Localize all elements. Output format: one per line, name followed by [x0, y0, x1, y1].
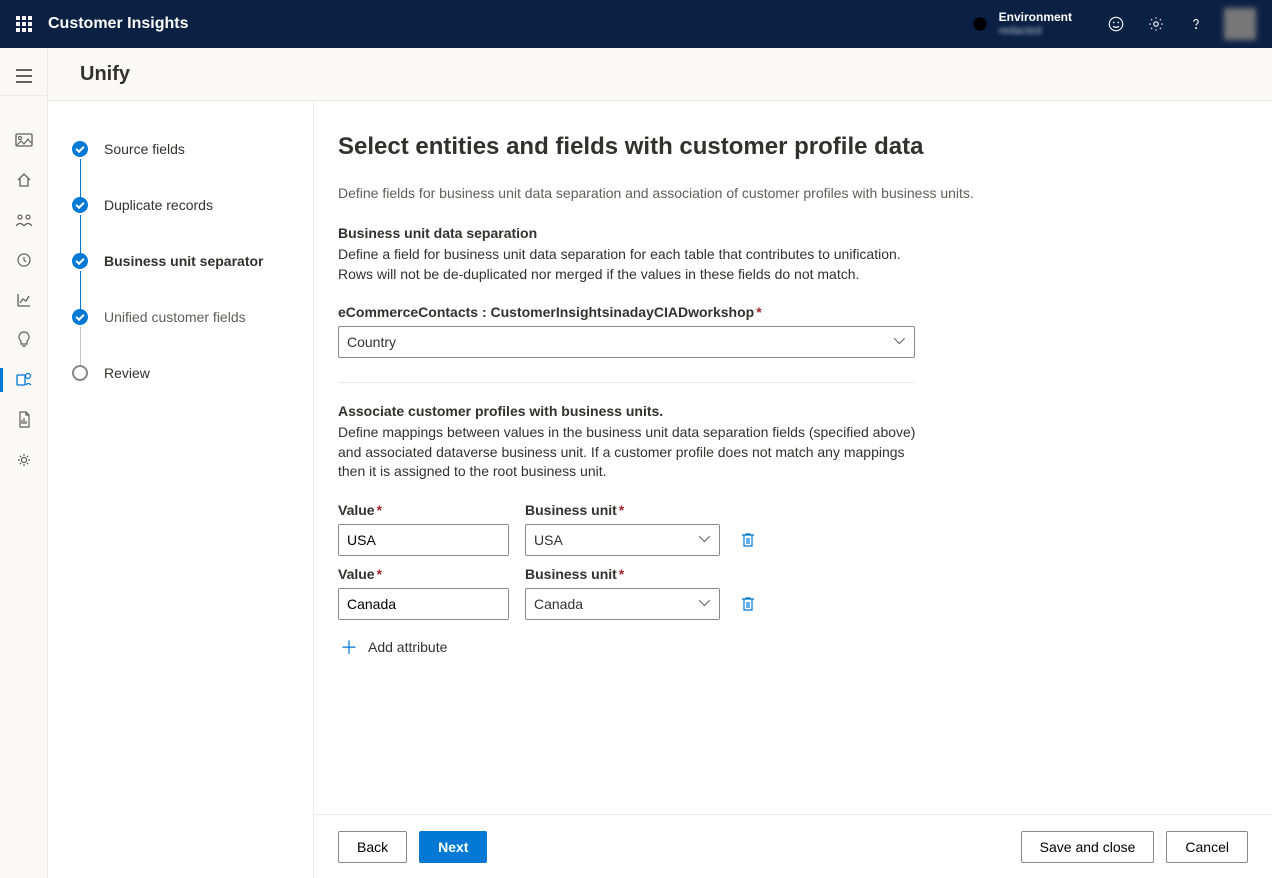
back-button[interactable]: Back	[338, 831, 407, 863]
entity-field-select[interactable]: Country	[338, 326, 915, 358]
step-label: Duplicate records	[104, 197, 213, 213]
value-input-2[interactable]	[338, 588, 509, 620]
section2-title: Associate customer profiles with busines…	[338, 403, 1232, 419]
select-value: USA	[534, 532, 563, 548]
circle-icon	[72, 365, 88, 381]
trash-icon	[741, 532, 755, 548]
step-review[interactable]: Review	[72, 365, 289, 381]
section1-title: Business unit data separation	[338, 225, 1232, 241]
nav-item-4[interactable]	[0, 240, 48, 280]
mapping-row: Value* Business unit* Canada	[338, 566, 1232, 620]
bu-select-2[interactable]: Canada	[525, 588, 720, 620]
user-avatar[interactable]	[1224, 8, 1256, 40]
step-label: Unified customer fields	[104, 309, 246, 325]
next-button[interactable]: Next	[419, 831, 487, 863]
nav-measures-icon[interactable]	[0, 280, 48, 320]
globe-icon	[971, 15, 989, 33]
footer-bar: Back Next Save and close Cancel	[314, 814, 1272, 878]
check-icon	[72, 197, 88, 213]
environment-label: Environment	[999, 10, 1072, 24]
chevron-down-icon	[894, 336, 906, 348]
step-label: Review	[104, 365, 150, 381]
trash-icon	[741, 596, 755, 612]
nav-customers-icon[interactable]	[0, 200, 48, 240]
nav-toggle[interactable]	[0, 56, 47, 96]
step-business-unit-separator[interactable]: Business unit separator	[72, 253, 289, 309]
section1-text: Define a field for business unit data se…	[338, 245, 918, 284]
save-and-close-button[interactable]: Save and close	[1021, 831, 1155, 863]
app-launcher-icon[interactable]	[8, 8, 40, 40]
environment-name: redacted	[999, 25, 1072, 38]
nav-data-icon[interactable]	[0, 360, 48, 400]
check-icon	[72, 141, 88, 157]
nav-home-icon[interactable]	[0, 160, 48, 200]
cancel-button[interactable]: Cancel	[1166, 831, 1248, 863]
page-title: Unify	[80, 63, 130, 86]
value-label: Value*	[338, 566, 509, 582]
settings-icon[interactable]	[1136, 0, 1176, 48]
chevron-down-icon	[699, 598, 711, 610]
check-icon	[72, 253, 88, 269]
step-duplicate-records[interactable]: Duplicate records	[72, 197, 289, 253]
divider	[338, 382, 915, 383]
bu-label: Business unit*	[525, 502, 720, 518]
check-icon	[72, 309, 88, 325]
help-icon[interactable]	[1176, 0, 1216, 48]
entity-field-label: eCommerceContacts : CustomerInsightsinad…	[338, 304, 1232, 320]
bu-select-1[interactable]: USA	[525, 524, 720, 556]
form-area: Select entities and fields with customer…	[314, 101, 1272, 878]
delete-row-button[interactable]	[736, 588, 760, 620]
delete-row-button[interactable]	[736, 524, 760, 556]
nav-admin-icon[interactable]	[0, 440, 48, 480]
environment-picker[interactable]: Environment redacted	[971, 10, 1072, 38]
nav-item-1[interactable]	[0, 120, 48, 160]
step-unified-customer-fields[interactable]: Unified customer fields	[72, 309, 289, 365]
nav-intelligence-icon[interactable]	[0, 320, 48, 360]
step-source-fields[interactable]: Source fields	[72, 141, 289, 197]
add-attribute-label: Add attribute	[368, 639, 447, 655]
value-label: Value*	[338, 502, 509, 518]
plus-icon: ＋	[340, 634, 358, 660]
step-label: Source fields	[104, 141, 185, 157]
section2-text: Define mappings between values in the bu…	[338, 423, 918, 482]
select-value: Canada	[534, 596, 583, 612]
feedback-icon[interactable]	[1096, 0, 1136, 48]
app-title: Customer Insights	[48, 15, 188, 33]
select-value: Country	[347, 334, 396, 350]
wizard-stepper: Source fields Duplicate records Business…	[48, 101, 314, 878]
add-attribute-button[interactable]: ＋ Add attribute	[338, 630, 1232, 664]
nav-rail	[0, 48, 48, 878]
value-input-1[interactable]	[338, 524, 509, 556]
form-heading: Select entities and fields with customer…	[338, 133, 1232, 161]
nav-item-8[interactable]	[0, 400, 48, 440]
form-description: Define fields for business unit data sep…	[338, 185, 1038, 201]
bu-label: Business unit*	[525, 566, 720, 582]
page-header: Unify	[48, 48, 1272, 100]
top-bar: Customer Insights Environment redacted	[0, 0, 1272, 48]
step-label: Business unit separator	[104, 253, 264, 269]
chevron-down-icon	[699, 534, 711, 546]
mapping-row: Value* Business unit* USA	[338, 502, 1232, 556]
